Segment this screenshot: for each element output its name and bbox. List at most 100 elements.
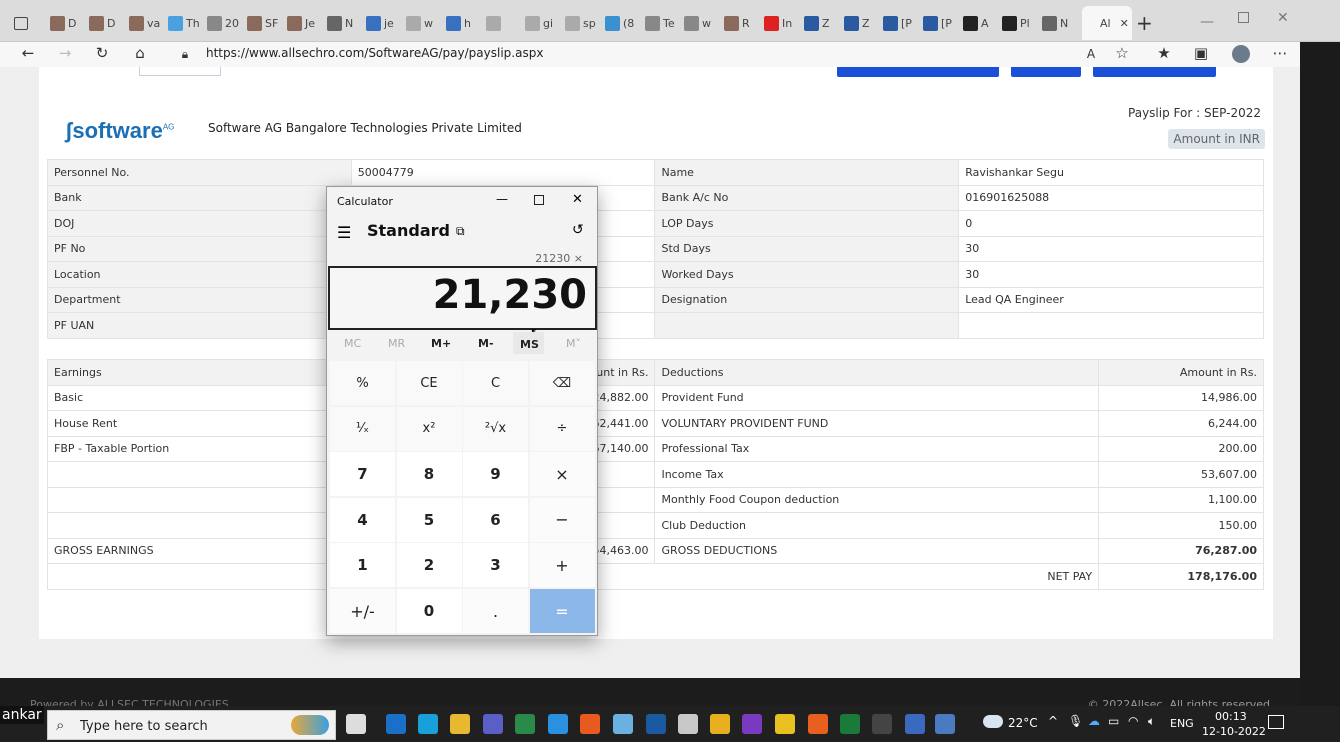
profile-avatar[interactable] (1232, 45, 1250, 63)
digit-7-button[interactable]: 7 (330, 452, 395, 497)
maximize-icon[interactable] (534, 195, 544, 205)
visual-studio-icon[interactable] (742, 714, 762, 734)
outlook-icon[interactable] (386, 714, 406, 734)
cloud-app-icon[interactable] (548, 714, 568, 734)
show-hidden-icons-icon[interactable]: ^ (1048, 714, 1058, 728)
decimal-button[interactable]: . (463, 589, 528, 633)
download-button[interactable] (837, 67, 999, 77)
collections-icon[interactable]: ▣ (1191, 44, 1211, 62)
browser-tab[interactable]: Th (168, 6, 204, 40)
minimize-window-button[interactable]: — (1200, 14, 1214, 30)
memory-store-button[interactable]: MS (513, 332, 544, 354)
digit-8-button[interactable]: 8 (396, 452, 462, 497)
browser-tab[interactable]: N (1042, 6, 1078, 40)
battery-icon[interactable]: ▭ (1108, 714, 1119, 728)
hamburger-menu-icon[interactable]: ☰ (337, 223, 351, 242)
digit-6-button[interactable]: 6 (463, 497, 528, 542)
browser-tab[interactable]: w (684, 6, 720, 40)
browser-tab[interactable]: D (89, 6, 125, 40)
teams-icon[interactable] (483, 714, 503, 734)
minimize-icon[interactable]: — (496, 192, 508, 206)
memory-clear-button[interactable]: MC (344, 337, 361, 350)
browser-tab[interactable]: Te (645, 6, 681, 40)
negate-button[interactable]: +/- (330, 589, 395, 633)
digit-3-button[interactable]: 3 (463, 543, 528, 588)
browser-tab[interactable]: sp (565, 6, 601, 40)
add-button[interactable]: + (529, 543, 595, 588)
back-icon[interactable]: ← (18, 44, 38, 62)
calculator-icon[interactable] (935, 714, 955, 734)
backspace-button[interactable]: ⌫ (529, 361, 595, 405)
cmd-icon[interactable] (872, 714, 892, 734)
more-options-icon[interactable]: ⋯ (1270, 44, 1290, 62)
weather-cloud-icon[interactable] (983, 715, 1003, 728)
browser-tab[interactable]: je (366, 6, 402, 40)
keep-on-top-icon[interactable]: ⧉ (456, 224, 465, 239)
equals-button[interactable]: = (529, 589, 595, 633)
memory-add-button[interactable]: M+ (431, 337, 451, 350)
volume-icon[interactable]: 🔈︎ (1148, 714, 1155, 729)
new-tab-button[interactable]: + (1136, 6, 1160, 40)
file-explorer-icon[interactable] (450, 714, 470, 734)
clock-date[interactable]: 12-10-2022 (1202, 725, 1266, 738)
microphone-icon[interactable]: 🎙︎ (1068, 714, 1083, 728)
browser-tab[interactable]: SF (247, 6, 283, 40)
browser-tab[interactable]: w (406, 6, 442, 40)
browser-tab[interactable]: [P (883, 6, 919, 40)
digit-5-button[interactable]: 5 (396, 497, 462, 542)
browser-tab[interactable]: Z (844, 6, 880, 40)
taskbar-search[interactable]: ⌕ Type here to search (47, 710, 336, 740)
digit-0-button[interactable]: 0 (396, 589, 462, 633)
wifi-icon[interactable]: ◠ (1128, 714, 1138, 728)
square-button[interactable]: x² (396, 406, 462, 451)
reciprocal-button[interactable]: ¹⁄ₓ (330, 406, 395, 451)
square-root-button[interactable]: ²√x (463, 406, 528, 451)
browser-tab[interactable]: h (446, 6, 482, 40)
divide-button[interactable]: ÷ (529, 406, 595, 451)
close-window-button[interactable]: ✕ (1277, 10, 1289, 26)
edge-icon[interactable] (418, 714, 438, 734)
history-icon[interactable]: ↺ (572, 222, 584, 238)
subtract-button[interactable]: − (529, 497, 595, 542)
input-language[interactable]: ENG (1170, 717, 1194, 730)
print-button[interactable] (1011, 67, 1081, 77)
bird-icon[interactable] (678, 714, 698, 734)
chrome-icon[interactable] (710, 714, 730, 734)
firefox-icon[interactable] (808, 714, 828, 734)
digit-1-button[interactable]: 1 (330, 543, 395, 588)
browser-tab[interactable]: N (327, 6, 363, 40)
memory-recall-button[interactable]: MR (388, 337, 405, 350)
task-view-icon[interactable] (346, 714, 366, 734)
browser-tab[interactable]: Al ✕ (1082, 6, 1132, 40)
weather-temperature[interactable]: 22°C (1008, 716, 1038, 730)
email-button[interactable] (1093, 67, 1216, 77)
browser-tab[interactable]: D (50, 6, 86, 40)
browser-tab[interactable]: A (963, 6, 999, 40)
browser-tab[interactable]: Z (804, 6, 840, 40)
memory-list-button[interactable]: M˅ (566, 337, 581, 350)
excel-icon[interactable] (840, 714, 860, 734)
excel-app-icon[interactable] (515, 714, 535, 734)
percent-button[interactable]: % (330, 361, 395, 405)
home-icon[interactable]: ⌂ (130, 44, 150, 62)
browser-tab[interactable] (486, 6, 522, 40)
git-icon[interactable] (775, 714, 795, 734)
add-favorite-icon[interactable]: ☆ (1112, 44, 1132, 62)
office-icon[interactable] (580, 714, 600, 734)
browser-tab[interactable]: Je (287, 6, 323, 40)
notes-icon[interactable] (613, 714, 633, 734)
read-aloud-icon[interactable]: A (1081, 47, 1101, 61)
onedrive-icon[interactable]: ☁ (1088, 714, 1100, 728)
back-button[interactable] (139, 67, 221, 76)
digit-9-button[interactable]: 9 (463, 452, 528, 497)
workspaces-icon[interactable] (14, 6, 36, 40)
browser-tab[interactable]: gi (525, 6, 561, 40)
url-field[interactable]: https://www.allsechro.com/SoftwareAG/pay… (206, 46, 543, 60)
browser-tab[interactable]: R (724, 6, 760, 40)
browser-tab[interactable]: (8 (605, 6, 641, 40)
close-icon[interactable]: ✕ (572, 192, 583, 207)
clear-entry-button[interactable]: CE (396, 361, 462, 405)
clock-time[interactable]: 00:13 (1215, 710, 1247, 723)
browser-tab[interactable]: Pl (1002, 6, 1038, 40)
forward-icon[interactable]: → (55, 44, 75, 62)
